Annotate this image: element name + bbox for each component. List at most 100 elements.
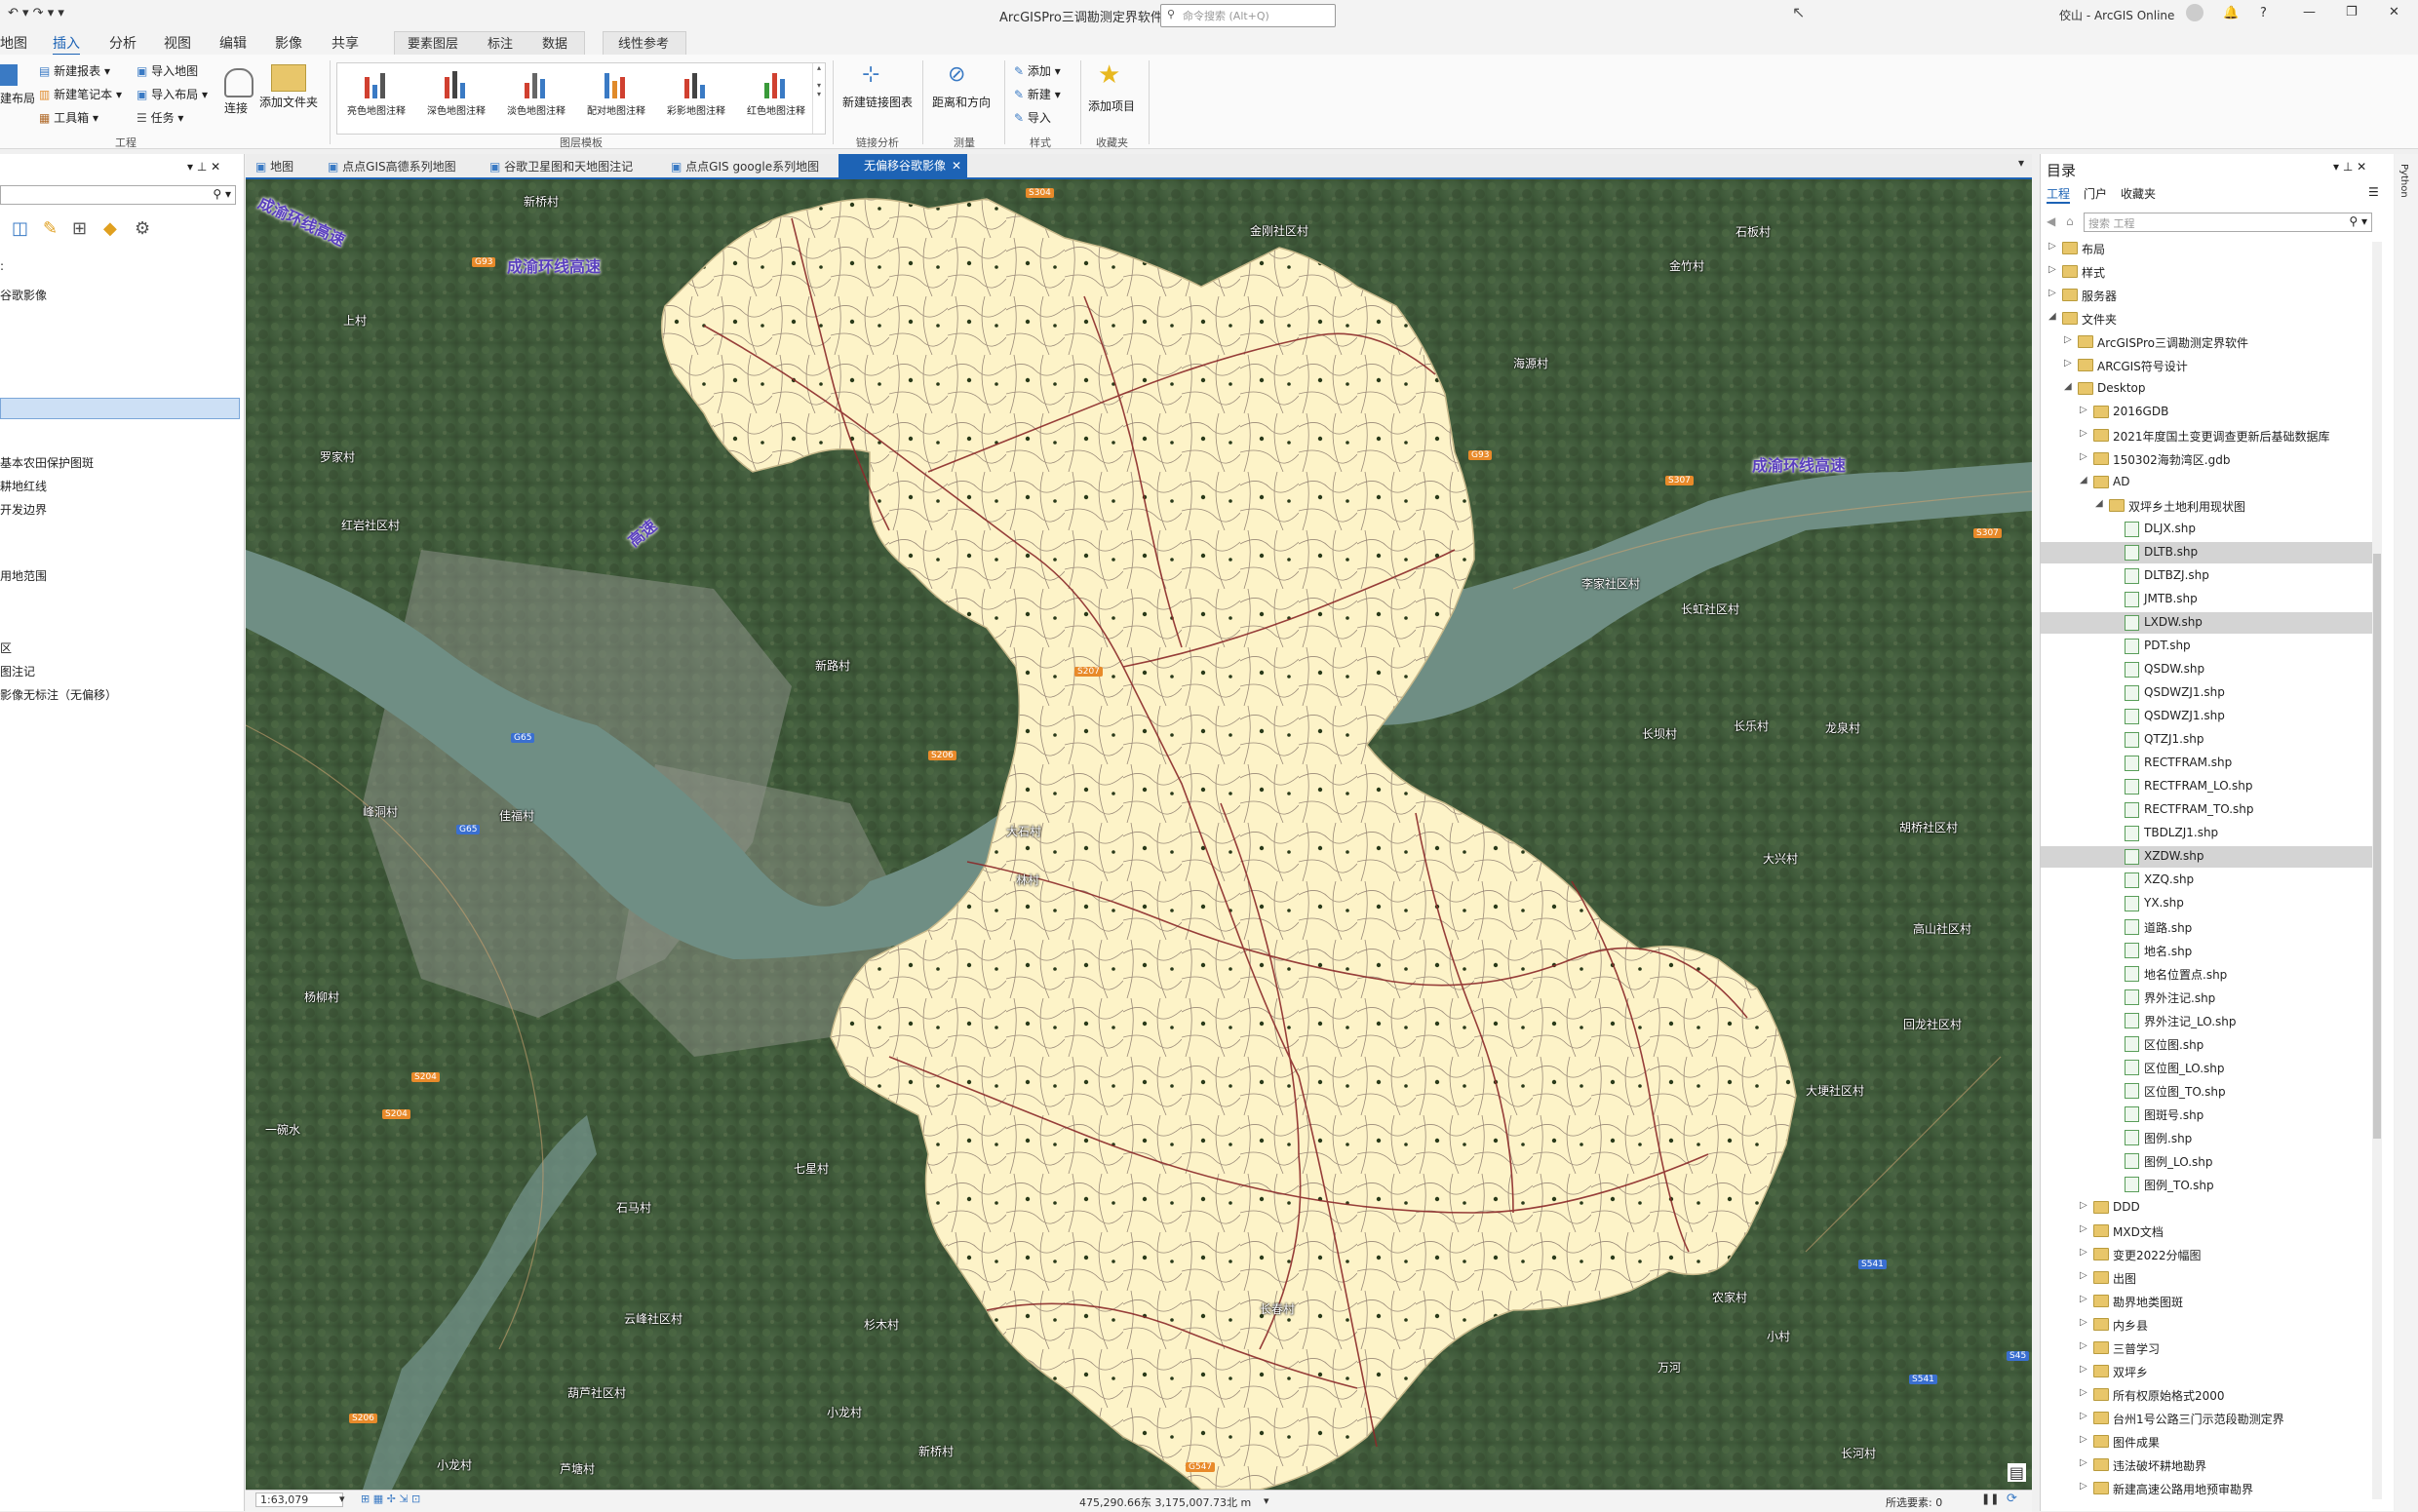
expand-caret-icon[interactable]: ▷ (2080, 1247, 2087, 1258)
symbology-icon[interactable]: ⚙ (135, 218, 150, 239)
command-search-input[interactable]: ⚲ 命令搜索 (Alt+Q) (1160, 4, 1336, 27)
scale-dropdown-icon[interactable]: ▾ (339, 1493, 345, 1505)
catalog-folder-item[interactable]: ▷ 勘界地类图斑 (2041, 1291, 2372, 1312)
connect-button[interactable]: 连接 (224, 99, 248, 116)
catalog-scrollbar[interactable] (2372, 242, 2382, 1499)
gallery-item-pair[interactable]: 配对地图注释 (581, 63, 651, 134)
catalog-shapefile-item[interactable]: 界外注记.shp (2041, 987, 2372, 1008)
catalog-shapefile-item[interactable]: 界外注记_LO.shp (2041, 1010, 2372, 1031)
catalog-folder-item[interactable]: ▷ DDD (2041, 1197, 2372, 1219)
collapse-caret-icon[interactable]: ◢ (2048, 311, 2056, 322)
collapse-caret-icon[interactable]: ◢ (2080, 475, 2087, 485)
edit-icon[interactable]: ✎ (43, 218, 58, 239)
scale-field[interactable]: 1:63,079 (255, 1493, 343, 1507)
catalog-folder-item[interactable]: ▷ 样式 (2041, 261, 2372, 283)
distance-direction-button[interactable]: 距离和方向 (932, 94, 991, 110)
gallery-item-color[interactable]: 彩影地图注释 (661, 63, 731, 134)
help-icon[interactable]: ? (2260, 6, 2267, 20)
tab-view[interactable]: 视图 (164, 33, 191, 53)
import-map-button[interactable]: ▣ 导入地图 (136, 62, 198, 79)
layer-farmland-redline[interactable]: 耕地红线 (0, 478, 47, 494)
add-folder-button[interactable]: 添加文件夹 (259, 94, 318, 110)
catalog-menu-icon[interactable]: ☰ (2368, 185, 2379, 199)
add-style-button[interactable]: ✎ 添加 ▾ (1014, 62, 1061, 79)
catalog-folder-item[interactable]: ▷ 内乡县 (2041, 1314, 2372, 1336)
catalog-shapefile-item[interactable]: 地名.shp (2041, 940, 2372, 961)
tab-labeling[interactable]: 标注 (488, 33, 513, 52)
catalog-shapefile-item[interactable]: RECTFRAM_LO.shp (2041, 776, 2372, 797)
catalog-shapefile-item[interactable]: QTZJ1.shp (2041, 729, 2372, 751)
layer-development-boundary[interactable]: 开发边界 (0, 501, 47, 518)
layer-map-annotation[interactable]: 图注记 (0, 663, 35, 679)
gallery-scroll[interactable]: ▴ ▾ ▾ (812, 63, 825, 134)
view-tab-google-tianditu[interactable]: ▣ 谷歌卫星图和天地图注记 (489, 158, 633, 174)
expand-caret-icon[interactable]: ▷ (2080, 1457, 2087, 1468)
tab-edit[interactable]: 编辑 (219, 33, 247, 53)
task-button[interactable]: ☰ 任务 ▾ (136, 109, 183, 126)
catalog-shapefile-item[interactable]: XZDW.shp (2041, 846, 2372, 868)
navigation-tools-icon[interactable]: ⊞ ▦ ✢ ⇲ ⊡ (361, 1493, 420, 1505)
units-dropdown-icon[interactable]: ▾ (1264, 1494, 1269, 1507)
catalog-folder-item[interactable]: ▷ 布局 (2041, 238, 2372, 259)
catalog-shapefile-item[interactable]: 区位图.shp (2041, 1033, 2372, 1055)
expand-caret-icon[interactable]: ▷ (2048, 288, 2056, 298)
catalog-tab-favorites[interactable]: 收藏夹 (2121, 185, 2156, 202)
gallery-item-light[interactable]: 亮色地图注释 (341, 63, 411, 134)
catalog-shapefile-item[interactable]: QSDW.shp (2041, 659, 2372, 680)
pane-options-icon[interactable]: ▾ ⊥ ✕ (2333, 160, 2366, 174)
new-notebook-button[interactable]: ▥ 新建笔记本 ▾ (39, 86, 122, 102)
catalog-tab-project[interactable]: 工程 (2047, 185, 2071, 204)
catalog-folder-item[interactable]: ▷ 违法破坏耕地勘界 (2041, 1454, 2372, 1476)
view-tab-map[interactable]: ▣ 地图 (255, 158, 293, 174)
catalog-shapefile-item[interactable]: 区位图_LO.shp (2041, 1057, 2372, 1078)
expand-caret-icon[interactable]: ▷ (2080, 1200, 2087, 1211)
user-account[interactable]: 佼山 - ArcGIS Online (2059, 7, 2174, 23)
catalog-shapefile-item[interactable]: YX.shp (2041, 893, 2372, 914)
layer-item[interactable]: : (0, 259, 4, 273)
view-tab-no-offset-google[interactable]: 无偏移谷歌影像 ✕ (838, 154, 968, 177)
expand-caret-icon[interactable]: ▷ (2080, 428, 2087, 439)
import-layout-button[interactable]: ▣ 导入布局 ▾ (136, 86, 208, 102)
catalog-folder-item[interactable]: ▷ 台州1号公路三门示范段勘测定界 (2041, 1408, 2372, 1429)
new-link-chart-button[interactable]: 新建链接图表 (842, 94, 913, 110)
expand-caret-icon[interactable]: ▷ (2080, 405, 2087, 415)
catalog-shapefile-item[interactable]: 区位图_TO.shp (2041, 1080, 2372, 1102)
tab-insert[interactable]: 插入 (53, 33, 80, 57)
expand-caret-icon[interactable]: ▷ (2080, 1223, 2087, 1234)
catalog-shapefile-item[interactable]: PDT.shp (2041, 636, 2372, 657)
toolbox-button[interactable]: ▦ 工具箱 ▾ (39, 109, 98, 126)
undo-icon[interactable]: ↶ ▾ ↷ ▾ ▾ (8, 6, 64, 20)
minimize-icon[interactable]: — (2303, 5, 2316, 19)
add-item-button[interactable]: 添加项目 (1088, 97, 1135, 114)
close-icon[interactable]: ✕ (2389, 5, 2399, 19)
map-canvas[interactable]: 成渝环线高速 成渝环线高速 成渝环线高速 高速 新桥村 金刚社区村 石板村 上村… (246, 179, 2032, 1490)
list-by-drawing-icon[interactable]: ◫ (12, 218, 28, 239)
notification-icon[interactable]: 🔔 (2223, 6, 2239, 20)
catalog-search-input[interactable]: 搜索 工程 ⚲ ▾ (2084, 213, 2372, 232)
expand-caret-icon[interactable]: ▷ (2048, 264, 2056, 275)
expand-caret-icon[interactable]: ▷ (2064, 358, 2072, 368)
catalog-folder-item[interactable]: ◢ 双坪乡土地利用现状图 (2041, 495, 2372, 517)
catalog-shapefile-item[interactable]: TBDLZJ1.shp (2041, 823, 2372, 844)
avatar[interactable] (2186, 4, 2204, 21)
tab-imagery[interactable]: 影像 (275, 33, 302, 53)
catalog-folder-item[interactable]: ▷ ARCGIS符号设计 (2041, 355, 2372, 376)
gallery-item-pale[interactable]: 淡色地图注释 (501, 63, 571, 134)
collapse-caret-icon[interactable]: ◢ (2064, 381, 2072, 392)
catalog-shapefile-item[interactable]: JMTB.shp (2041, 589, 2372, 610)
layer-google-imagery[interactable]: 谷歌影像 (0, 287, 47, 303)
view-tab-google-series[interactable]: ▣ 点点GIS google系列地图 (671, 158, 819, 174)
gallery-item-red[interactable]: 红色地图注释 (741, 63, 811, 134)
layer-district[interactable]: 区 (0, 640, 12, 656)
catalog-tab-portal[interactable]: 门户 (2084, 185, 2107, 202)
catalog-shapefile-item[interactable]: DLTBZJ.shp (2041, 565, 2372, 587)
expand-caret-icon[interactable]: ▷ (2080, 1434, 2087, 1445)
import-style-button[interactable]: ✎ 导入 (1014, 109, 1051, 126)
expand-caret-icon[interactable]: ▷ (2080, 1340, 2087, 1351)
tab-analysis[interactable]: 分析 (109, 33, 136, 53)
tab-data[interactable]: 数据 (542, 33, 567, 52)
catalog-shapefile-item[interactable]: RECTFRAM.shp (2041, 753, 2372, 774)
catalog-shapefile-item[interactable]: DLTB.shp (2041, 542, 2372, 563)
layer-farmland-protection[interactable]: 基本农田保护图斑 (0, 454, 94, 471)
expand-caret-icon[interactable]: ▷ (2048, 241, 2056, 252)
